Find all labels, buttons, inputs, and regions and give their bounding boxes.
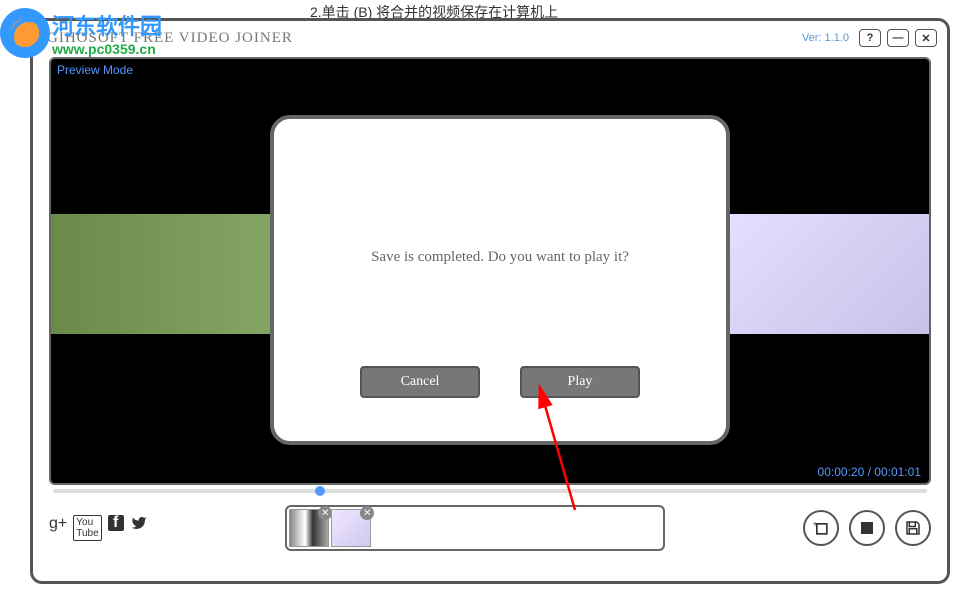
minimize-button[interactable]: — [887, 29, 909, 47]
svg-text:+: + [813, 518, 818, 528]
current-time: 00:00:20 [818, 465, 865, 479]
window-controls: ? — ✕ [859, 29, 937, 47]
version-label: Ver: 1.1.0 [802, 32, 849, 44]
seek-slider[interactable] [53, 489, 927, 493]
save-complete-dialog: Save is completed. Do you want to play i… [270, 115, 730, 445]
save-icon [904, 519, 922, 537]
youtube-icon[interactable]: YouTube [73, 515, 101, 541]
bottom-toolbar: g+ YouTube f ✕ ✕ + [33, 493, 947, 557]
close-button[interactable]: ✕ [915, 29, 937, 47]
preview-mode-label: Preview Mode [57, 63, 133, 77]
dialog-message: Save is completed. Do you want to play i… [294, 249, 706, 266]
clip-thumbnail-1[interactable]: ✕ [289, 509, 329, 547]
site-watermark: 河东软件园 www.pc0359.cn [0, 8, 162, 58]
watermark-logo-icon [0, 8, 50, 58]
clip-thumbnail-2[interactable]: ✕ [331, 509, 371, 547]
add-video-icon: + [811, 518, 831, 538]
save-button[interactable] [895, 510, 931, 546]
facebook-icon[interactable]: f [108, 515, 124, 531]
main-action-controls: + [803, 510, 931, 546]
googleplus-icon[interactable]: g+ [49, 515, 67, 541]
title-bar: GIHOSOFT FREE VIDEO JOINER Ver: 1.1.0 ? … [33, 21, 947, 53]
cancel-button[interactable]: Cancel [360, 366, 480, 398]
stop-button[interactable] [849, 510, 885, 546]
timecode-display: 00:00:20 / 00:01:01 [818, 465, 921, 479]
watermark-site-url: www.pc0359.cn [52, 41, 162, 57]
clip-timeline[interactable]: ✕ ✕ [285, 505, 665, 551]
play-button[interactable]: Play [520, 366, 640, 398]
help-button[interactable]: ? [859, 29, 881, 47]
social-links: g+ YouTube f [49, 515, 148, 541]
remove-clip-icon[interactable]: ✕ [318, 506, 332, 520]
remove-clip-icon[interactable]: ✕ [360, 506, 374, 520]
stop-icon [858, 519, 876, 537]
add-video-button[interactable]: + [803, 510, 839, 546]
watermark-site-name: 河东软件园 [52, 9, 162, 41]
dialog-button-row: Cancel Play [294, 366, 706, 398]
total-time: 00:01:01 [874, 465, 921, 479]
twitter-icon[interactable] [130, 515, 148, 541]
